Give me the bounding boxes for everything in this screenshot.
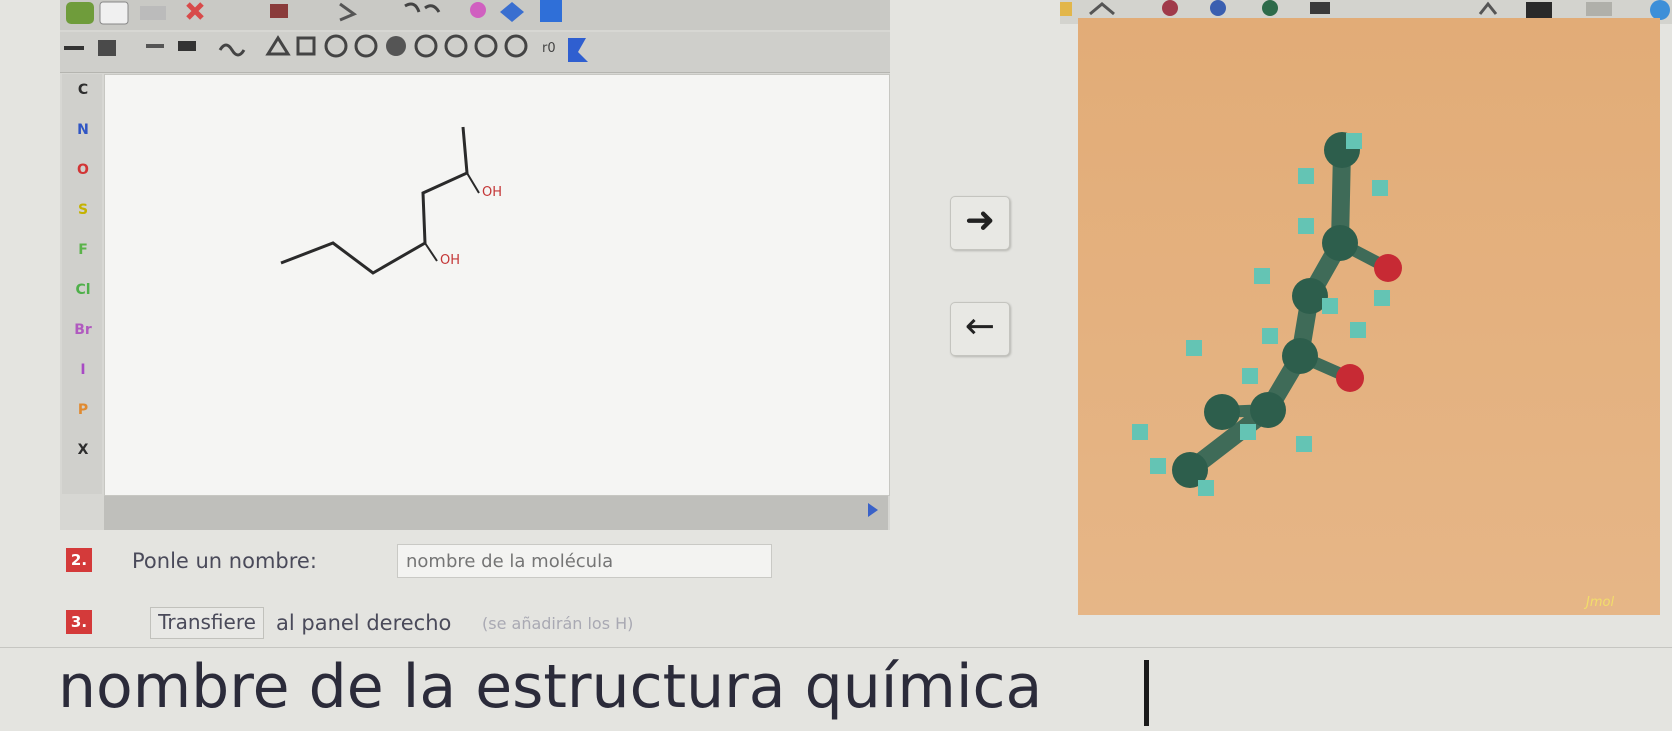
benzene-ring-icon[interactable] — [386, 36, 406, 56]
oh-label-lower: OH — [440, 253, 461, 268]
element-n-button[interactable]: N — [70, 120, 96, 140]
transfer-right-button[interactable]: ➜ — [950, 196, 1010, 250]
macro-ring-icon[interactable] — [504, 34, 528, 58]
sum-icon[interactable] — [339, 2, 358, 22]
step-3-note: (se añadirán los H) — [482, 614, 634, 633]
octagon-ring-icon[interactable] — [444, 34, 468, 58]
large-ring-icon[interactable] — [474, 34, 498, 58]
element-toolbar: C N O S F Cl Br I P X — [62, 74, 102, 494]
divider — [0, 647, 1672, 648]
oxygen-atom — [1374, 254, 1402, 282]
oh-label-upper: OH — [482, 185, 503, 200]
oxygen-atom — [1336, 364, 1364, 392]
element-i-button[interactable]: I — [70, 360, 96, 380]
text-caret — [1144, 660, 1149, 726]
element-c-button[interactable]: C — [70, 80, 96, 100]
viewer-help-icon[interactable] — [1650, 0, 1670, 20]
square-ring-icon[interactable] — [296, 36, 316, 56]
molecule-3d-model — [1132, 132, 1402, 496]
molecule-name-input[interactable] — [397, 544, 772, 578]
viewer-menu-icon[interactable] — [1060, 2, 1072, 16]
transfer-left-button[interactable]: ← — [950, 302, 1010, 356]
wireframe-icon[interactable] — [1262, 0, 1278, 16]
pen-tool-icon[interactable] — [66, 2, 94, 24]
element-cl-button[interactable]: Cl — [70, 280, 96, 300]
hydrogen-atoms — [1132, 133, 1390, 496]
oh-bond-upper — [466, 172, 480, 194]
element-x-button[interactable]: X — [70, 440, 96, 460]
drawing-canvas[interactable]: OH OH — [104, 74, 890, 496]
save-icon[interactable] — [1526, 2, 1552, 18]
pentagon-ring-icon[interactable] — [324, 34, 348, 58]
scroll-right-icon[interactable] — [868, 503, 878, 517]
charge-icon[interactable] — [540, 0, 562, 22]
element-s-button[interactable]: S — [70, 200, 96, 220]
stereo-bond-icon[interactable] — [178, 41, 196, 51]
step-3-label: al panel derecho — [276, 611, 452, 635]
jmol-label: Jmol — [1586, 595, 1615, 610]
arrow-right-icon: ➜ — [964, 200, 996, 241]
transfer-button[interactable]: Transfiere — [150, 607, 264, 639]
molecule-skeleton — [280, 126, 469, 275]
element-p-button[interactable]: P — [70, 400, 96, 420]
fragment-icon[interactable] — [568, 38, 588, 62]
delete-icon[interactable] — [186, 2, 204, 20]
carbon-atom — [1282, 338, 1318, 374]
arrow-left-icon: ← — [964, 306, 996, 347]
canvas-scrollbar[interactable] — [104, 496, 888, 530]
element-br-button[interactable]: Br — [70, 320, 96, 340]
triangle-ring-icon[interactable] — [265, 35, 291, 56]
ring-size-icon[interactable]: r0 — [542, 41, 556, 56]
element-f-button[interactable]: F — [70, 240, 96, 260]
spacefill-icon[interactable] — [1210, 0, 1226, 16]
shapes-toolbar-icons: r0 — [64, 34, 588, 62]
heptagon-ring-icon[interactable] — [414, 34, 438, 58]
step-3-badge: 3. — [66, 610, 92, 634]
step-2-label: Ponle un nombre: — [132, 549, 317, 573]
element-o-button[interactable]: O — [70, 160, 96, 180]
step-2-badge: 2. — [66, 548, 92, 572]
open-icon[interactable] — [140, 6, 166, 20]
chain-icon[interactable] — [218, 43, 246, 57]
rotate-icon[interactable] — [1089, 2, 1115, 16]
molecule-drawing — [280, 126, 480, 275]
clean-icon[interactable] — [270, 4, 288, 18]
carbon-atom — [1322, 225, 1358, 261]
hexagon-ring-icon[interactable] — [354, 34, 378, 58]
oh-bond-lower — [424, 242, 438, 262]
export-icon[interactable] — [1586, 2, 1612, 16]
undo-redo-icon[interactable] — [404, 2, 441, 13]
ring-template-icon[interactable] — [470, 2, 486, 18]
new-file-icon[interactable] — [99, 1, 129, 25]
ball-stick-icon[interactable] — [1162, 0, 1178, 16]
editor-top-toolbar — [60, 0, 890, 30]
camera-icon[interactable] — [1310, 2, 1330, 14]
chemical-structure-name-text[interactable]: nombre de la estructura química — [58, 652, 1042, 722]
measure-icon[interactable] — [1478, 1, 1498, 15]
jmol-3d-viewer[interactable] — [1078, 18, 1660, 615]
top-toolbar-icons — [66, 0, 562, 25]
editor-shapes-toolbar: r0 — [60, 32, 890, 73]
double-bond-icon[interactable] — [98, 40, 116, 56]
carbon-atom — [1204, 394, 1240, 430]
carbon-atom — [1250, 392, 1286, 428]
query-icon[interactable] — [500, 2, 524, 22]
